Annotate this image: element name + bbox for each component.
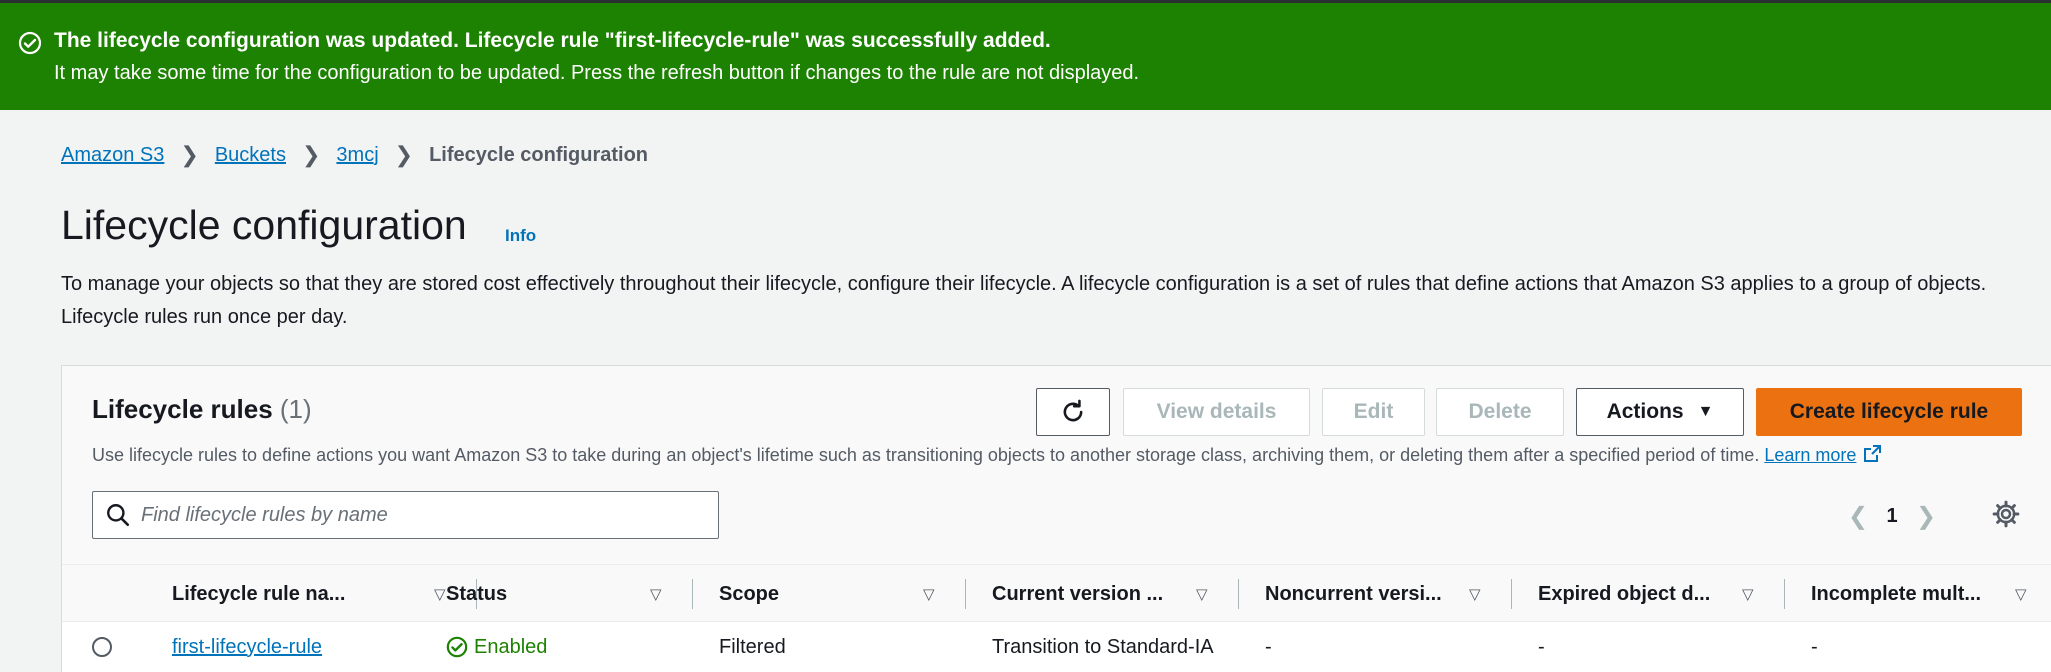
- column-divider[interactable]: [692, 579, 693, 609]
- column-header-noncurrent-versions[interactable]: Noncurrent versi... ▽: [1265, 565, 1535, 623]
- next-page-icon[interactable]: ❯: [1910, 502, 1942, 531]
- previous-page-icon[interactable]: ❮: [1842, 502, 1874, 531]
- create-lifecycle-rule-button[interactable]: Create lifecycle rule: [1756, 388, 2022, 436]
- column-label: Lifecycle rule na...: [172, 582, 346, 605]
- sort-icon[interactable]: ▽: [434, 585, 446, 603]
- info-link[interactable]: Info: [505, 226, 536, 246]
- flash-message: It may take some time for the configurat…: [54, 62, 1140, 84]
- breadcrumb-amazon-s3[interactable]: Amazon S3: [61, 144, 164, 167]
- status-enabled-icon: [446, 636, 468, 658]
- breadcrumb-bucket-3mcj[interactable]: 3mcj: [336, 144, 378, 167]
- status-text: Enabled: [474, 635, 548, 658]
- scope-cell: Filtered: [719, 635, 786, 658]
- breadcrumb: Amazon S3 ❯ Buckets ❯ 3mcj ❯ Lifecycle c…: [61, 140, 648, 170]
- panel-title: Lifecycle rules (1): [92, 394, 312, 425]
- rule-name-link[interactable]: first-lifecycle-rule: [172, 636, 322, 659]
- page-number[interactable]: 1: [1874, 505, 1910, 528]
- search-input[interactable]: [141, 503, 701, 527]
- success-check-icon: [18, 31, 42, 55]
- rule-name-cell: first-lifecycle-rule: [172, 622, 322, 672]
- external-link-icon[interactable]: [1862, 444, 1882, 464]
- lifecycle-rules-panel: Lifecycle rules (1) View details Edit De…: [61, 365, 2051, 672]
- table-row[interactable]: first-lifecycle-rule Enabled Filtered Tr…: [62, 622, 2051, 672]
- flash-title: The lifecycle configuration was updated.…: [54, 29, 1051, 52]
- breadcrumb-buckets[interactable]: Buckets: [215, 144, 286, 167]
- search-icon: [107, 504, 130, 527]
- breadcrumb-chevron-icon: ❯: [301, 142, 321, 167]
- breadcrumb-chevron-icon: ❯: [394, 142, 414, 167]
- page-description: To manage your objects so that they are …: [61, 273, 1987, 328]
- success-flashbar: The lifecycle configuration was updated.…: [0, 0, 2051, 110]
- edit-button[interactable]: Edit: [1322, 388, 1425, 436]
- sort-icon[interactable]: ▽: [1469, 585, 1481, 603]
- refresh-button[interactable]: [1036, 388, 1110, 436]
- sort-icon[interactable]: ▽: [2015, 585, 2027, 603]
- noncurrent-cell: -: [1265, 635, 1272, 658]
- column-header-status[interactable]: Status ▽: [446, 565, 716, 623]
- panel-title-text: Lifecycle rules: [92, 394, 273, 424]
- column-label: Current version ...: [992, 582, 1164, 605]
- table-header: Lifecycle rule na... ▽ Status ▽ Scope ▽ …: [62, 564, 2051, 622]
- column-divider[interactable]: [1238, 579, 1239, 609]
- panel-description-text: Use lifecycle rules to define actions yo…: [92, 445, 1760, 465]
- row-select-radio[interactable]: [92, 637, 112, 657]
- column-divider[interactable]: [965, 579, 966, 609]
- learn-more-link[interactable]: Learn more: [1764, 445, 1856, 465]
- status-cell: Enabled: [446, 622, 547, 672]
- refresh-icon: [1063, 399, 1083, 422]
- sort-icon[interactable]: ▽: [1196, 585, 1208, 603]
- page-title: Lifecycle configuration: [61, 202, 467, 248]
- column-label: Scope: [719, 582, 780, 605]
- panel-description: Use lifecycle rules to define actions yo…: [92, 444, 1882, 466]
- sort-icon[interactable]: ▽: [1742, 585, 1754, 603]
- actions-dropdown[interactable]: Actions ▼: [1576, 388, 1744, 436]
- column-divider[interactable]: [1784, 579, 1785, 609]
- rules-count: (1): [279, 394, 312, 424]
- view-details-button[interactable]: View details: [1123, 388, 1310, 436]
- column-label: Status: [446, 582, 508, 605]
- column-label: Noncurrent versi...: [1265, 582, 1442, 605]
- current-version-cell: Transition to Standard-IA: [992, 635, 1214, 658]
- breadcrumb-chevron-icon: ❯: [180, 142, 199, 167]
- delete-button[interactable]: Delete: [1436, 388, 1564, 436]
- search-field[interactable]: [92, 491, 719, 539]
- column-label: Incomplete mult...: [1811, 582, 1982, 605]
- column-divider[interactable]: [1511, 579, 1512, 609]
- incomplete-cell: -: [1811, 635, 1818, 658]
- breadcrumb-current: Lifecycle configuration: [429, 143, 649, 166]
- column-header-incomplete-multipart[interactable]: Incomplete mult... ▽: [1811, 565, 2051, 623]
- gear-icon[interactable]: [1991, 499, 2021, 529]
- column-header-current-version[interactable]: Current version ... ▽: [992, 565, 1262, 623]
- caret-down-icon: ▼: [1697, 403, 1714, 420]
- column-header-scope[interactable]: Scope ▽: [719, 565, 989, 623]
- pagination: ❮ 1 ❯: [1842, 499, 1942, 533]
- actions-label: Actions: [1606, 400, 1684, 423]
- column-header-expired-object[interactable]: Expired object d... ▽: [1538, 565, 1808, 623]
- expired-cell: -: [1538, 635, 1545, 658]
- sort-icon[interactable]: ▽: [650, 585, 662, 603]
- sort-icon[interactable]: ▽: [923, 585, 935, 603]
- column-label: Expired object d...: [1538, 582, 1711, 605]
- column-header-rule-name[interactable]: Lifecycle rule na... ▽: [172, 565, 477, 623]
